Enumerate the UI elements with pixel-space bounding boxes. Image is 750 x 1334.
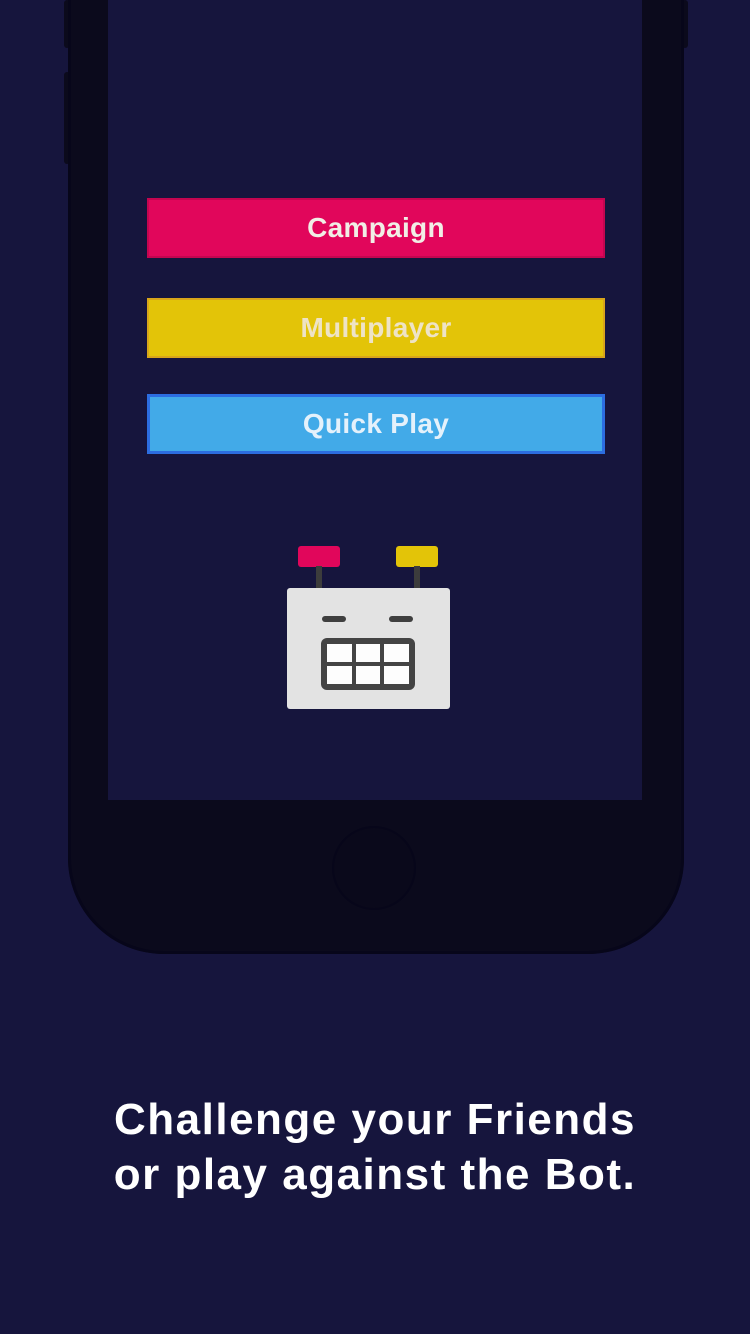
quick-play-button[interactable]: Quick Play [147, 394, 605, 454]
multiplayer-button[interactable]: Multiplayer [147, 298, 605, 358]
robot-tooth [327, 644, 352, 662]
antenna-stem [414, 566, 420, 589]
campaign-button[interactable]: Campaign [147, 198, 605, 258]
caption-line-1: Challenge your Friends [114, 1095, 636, 1144]
app-store-screenshot: Campaign Multiplayer Quick Play Challeng… [0, 0, 750, 1334]
caption-line-2: or play against the Bot. [113, 1150, 637, 1199]
robot-mascot-icon [287, 545, 451, 710]
robot-tooth [384, 666, 409, 684]
antenna-stem [316, 566, 322, 589]
robot-tooth [355, 666, 381, 684]
robot-eye [322, 616, 346, 622]
robot-mouth [321, 638, 415, 690]
robot-head [287, 588, 450, 709]
antenna-pink-icon [298, 546, 340, 567]
antenna-yellow-icon [396, 546, 438, 567]
home-button [332, 826, 416, 910]
robot-tooth [327, 666, 352, 684]
robot-tooth [384, 644, 409, 662]
robot-eye [389, 616, 413, 622]
robot-tooth [355, 644, 381, 662]
